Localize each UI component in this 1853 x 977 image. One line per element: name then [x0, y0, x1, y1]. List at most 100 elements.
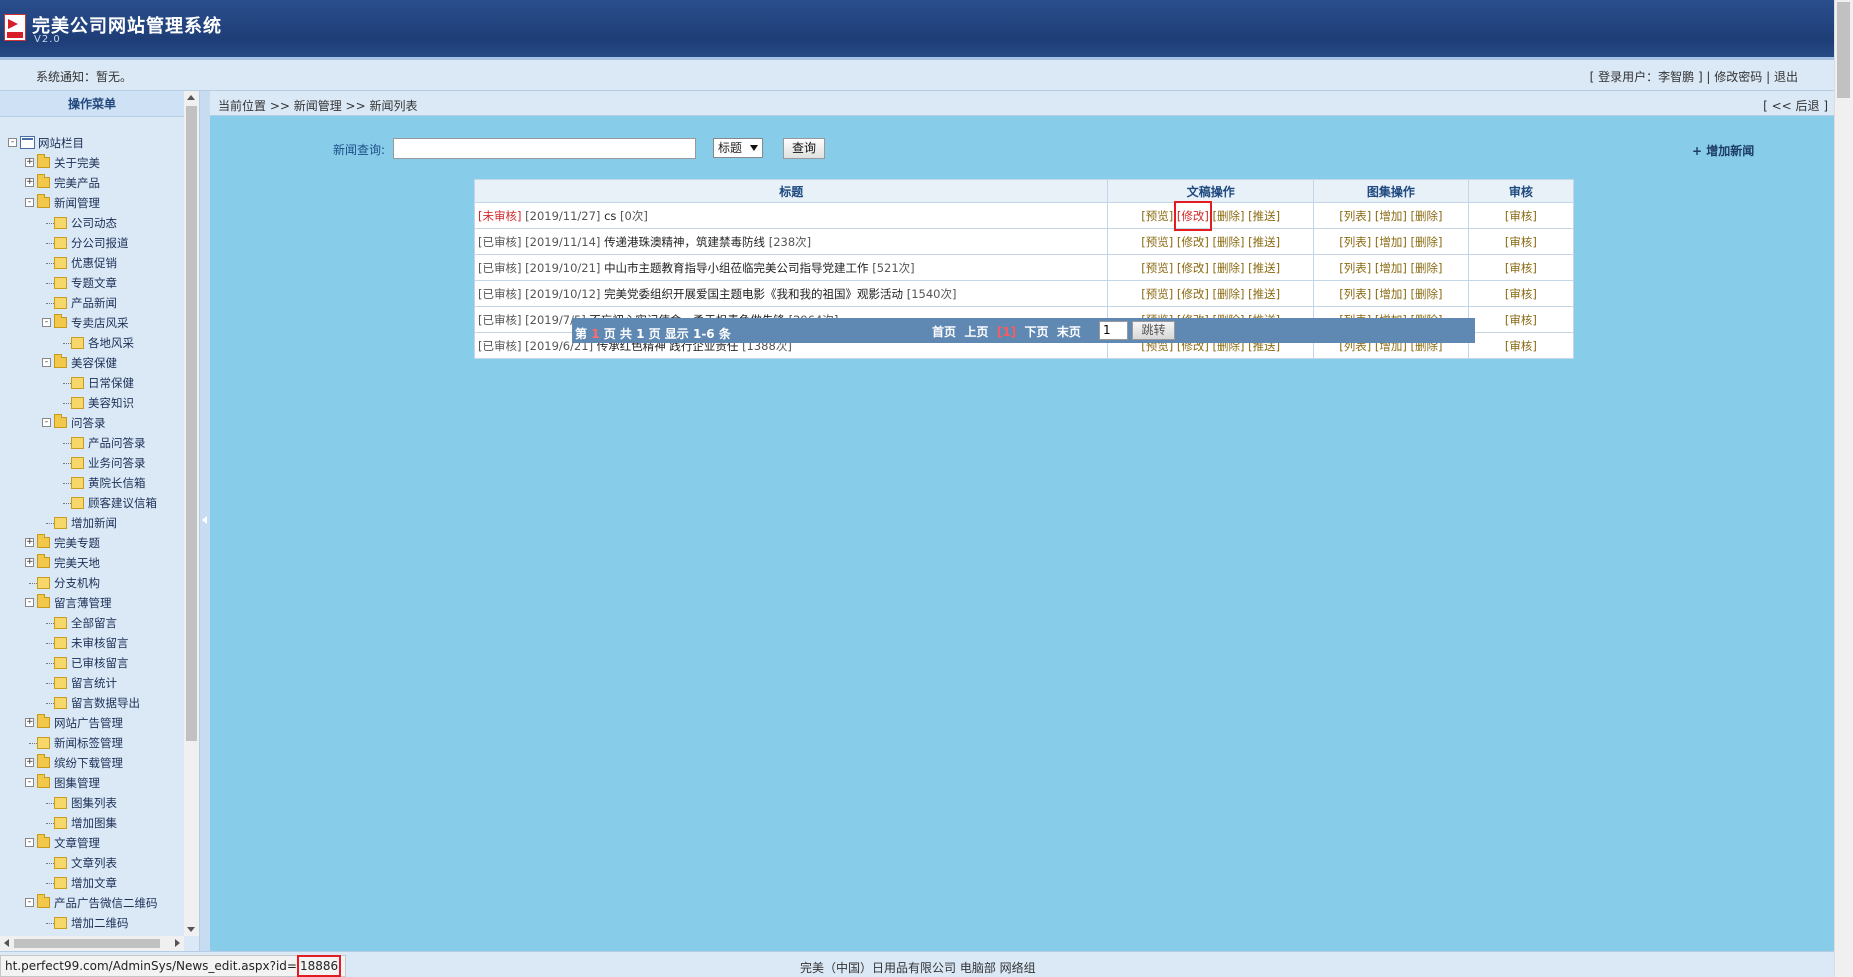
delete-link[interactable]: [删除]: [1213, 261, 1245, 275]
edit-link[interactable]: [修改]: [1177, 261, 1209, 275]
sidebar-item[interactable]: 增加二维码: [0, 913, 184, 933]
scroll-left-icon[interactable]: [4, 939, 9, 947]
expand-icon[interactable]: +: [25, 718, 34, 727]
collapse-icon[interactable]: -: [25, 838, 34, 847]
sidebar-item[interactable]: 增加图集: [0, 813, 184, 833]
album-delete-link[interactable]: [删除]: [1411, 235, 1443, 249]
delete-link[interactable]: [删除]: [1213, 287, 1245, 301]
audit-link[interactable]: [审核]: [1505, 287, 1537, 301]
album-add-link[interactable]: [增加]: [1375, 235, 1407, 249]
collapse-icon[interactable]: -: [25, 598, 34, 607]
news-title-link[interactable]: cs: [604, 209, 616, 223]
sidebar-item[interactable]: 未审核留言: [0, 633, 184, 653]
sidebar-item[interactable]: 新闻标签管理: [0, 733, 184, 753]
search-button[interactable]: 查询: [783, 138, 825, 159]
preview-link[interactable]: [预览]: [1141, 209, 1173, 223]
audit-link[interactable]: [审核]: [1505, 209, 1537, 223]
preview-link[interactable]: [预览]: [1141, 287, 1173, 301]
sidebar-item[interactable]: 黄院长信箱: [0, 473, 184, 493]
push-link[interactable]: [推送]: [1248, 261, 1280, 275]
expand-icon[interactable]: +: [25, 158, 34, 167]
expand-icon[interactable]: +: [25, 538, 34, 547]
sidebar-item[interactable]: - 文章管理: [0, 833, 184, 853]
audit-link[interactable]: [审核]: [1505, 313, 1537, 327]
search-input[interactable]: [393, 138, 696, 159]
album-add-link[interactable]: [增加]: [1375, 209, 1407, 223]
last-page-link[interactable]: 末页: [1057, 325, 1081, 339]
sidebar-item[interactable]: 增加新闻: [0, 513, 184, 533]
window-scroll-thumb[interactable]: [1837, 2, 1850, 98]
audit-link[interactable]: [审核]: [1505, 261, 1537, 275]
scroll-right-icon[interactable]: [175, 939, 180, 947]
hscroll-thumb[interactable]: [14, 939, 160, 948]
sidebar-item[interactable]: - 产品广告微信二维码: [0, 893, 184, 913]
album-delete-link[interactable]: [删除]: [1411, 209, 1443, 223]
sidebar-item[interactable]: + 网站广告管理: [0, 713, 184, 733]
sidebar-item[interactable]: - 留言薄管理: [0, 593, 184, 613]
delete-link[interactable]: [删除]: [1213, 235, 1245, 249]
collapse-icon[interactable]: -: [42, 418, 51, 427]
collapse-icon[interactable]: -: [42, 318, 51, 327]
sidebar-item[interactable]: 产品新闻: [0, 293, 184, 313]
first-page-link[interactable]: 首页: [932, 325, 956, 339]
sidebar-item[interactable]: 增加文章: [0, 873, 184, 893]
album-add-link[interactable]: [增加]: [1375, 287, 1407, 301]
push-link[interactable]: [推送]: [1248, 235, 1280, 249]
sidebar-item[interactable]: + 完美专题: [0, 533, 184, 553]
sidebar-item[interactable]: 分支机构: [0, 573, 184, 593]
add-news-link[interactable]: + 增加新闻: [1692, 142, 1754, 159]
sidebar-item[interactable]: 日常保健: [0, 373, 184, 393]
expand-icon[interactable]: +: [25, 178, 34, 187]
sidebar-item[interactable]: + 完美天地: [0, 553, 184, 573]
sidebar-item[interactable]: 留言统计: [0, 673, 184, 693]
sidebar-item[interactable]: - 新闻管理: [0, 193, 184, 213]
sidebar-item[interactable]: - 美容保健: [0, 353, 184, 373]
scroll-up-icon[interactable]: [187, 95, 195, 100]
collapse-icon[interactable]: -: [8, 138, 17, 147]
collapse-icon[interactable]: -: [25, 898, 34, 907]
sidebar-hscrollbar[interactable]: [0, 936, 184, 951]
collapse-icon[interactable]: -: [42, 358, 51, 367]
album-list-link[interactable]: [列表]: [1339, 261, 1371, 275]
prev-page-link[interactable]: 上页: [964, 325, 988, 339]
window-scrollbar[interactable]: [1834, 0, 1853, 977]
back-link[interactable]: [ << 后退 ]: [1763, 97, 1828, 114]
scroll-thumb[interactable]: [186, 106, 197, 741]
preview-link[interactable]: [预览]: [1141, 235, 1173, 249]
sidebar-item[interactable]: 业务问答录: [0, 453, 184, 473]
edit-link[interactable]: [修改]: [1177, 287, 1209, 301]
next-page-link[interactable]: 下页: [1024, 325, 1048, 339]
sidebar-item[interactable]: + 缤纷下载管理: [0, 753, 184, 773]
sidebar-item[interactable]: - 问答录: [0, 413, 184, 433]
sidebar-item[interactable]: + 关于完美: [0, 153, 184, 173]
search-field-select[interactable]: 标题: [713, 138, 763, 158]
sidebar-item[interactable]: 专题文章: [0, 273, 184, 293]
scroll-down-icon[interactable]: [187, 927, 195, 932]
sidebar-item[interactable]: 美容知识: [0, 393, 184, 413]
news-title-link[interactable]: 传递港珠澳精神，筑建禁毒防线: [604, 235, 765, 249]
collapse-icon[interactable]: -: [25, 778, 34, 787]
page-1-link[interactable]: [1]: [997, 325, 1016, 339]
sidebar-item[interactable]: 图集列表: [0, 793, 184, 813]
album-list-link[interactable]: [列表]: [1339, 235, 1371, 249]
collapse-arrow-icon[interactable]: [202, 516, 207, 524]
logout-link[interactable]: 退出: [1774, 70, 1798, 84]
change-password-link[interactable]: 修改密码: [1714, 70, 1762, 84]
sidebar-item[interactable]: 留言数据导出: [0, 693, 184, 713]
delete-link[interactable]: [删除]: [1213, 209, 1245, 223]
news-title-link[interactable]: 完美党委组织开展爱国主题电影《我和我的祖国》观影活动: [604, 287, 903, 301]
sidebar-item[interactable]: 公司动态: [0, 213, 184, 233]
sidebar-item[interactable]: 全部留言: [0, 613, 184, 633]
audit-link[interactable]: [审核]: [1505, 339, 1537, 353]
sidebar-item[interactable]: 文章列表: [0, 853, 184, 873]
expand-icon[interactable]: +: [25, 758, 34, 767]
sidebar-item[interactable]: - 图集管理: [0, 773, 184, 793]
audit-link[interactable]: [审核]: [1505, 235, 1537, 249]
album-add-link[interactable]: [增加]: [1375, 261, 1407, 275]
collapse-icon[interactable]: -: [25, 198, 34, 207]
sidebar-item[interactable]: - 网站栏目: [0, 133, 184, 153]
sidebar-item[interactable]: - 专卖店风采: [0, 313, 184, 333]
goto-button[interactable]: 跳转: [1132, 321, 1175, 340]
news-title-link[interactable]: 中山市主题教育指导小组莅临完美公司指导党建工作: [604, 261, 869, 275]
album-list-link[interactable]: [列表]: [1339, 287, 1371, 301]
